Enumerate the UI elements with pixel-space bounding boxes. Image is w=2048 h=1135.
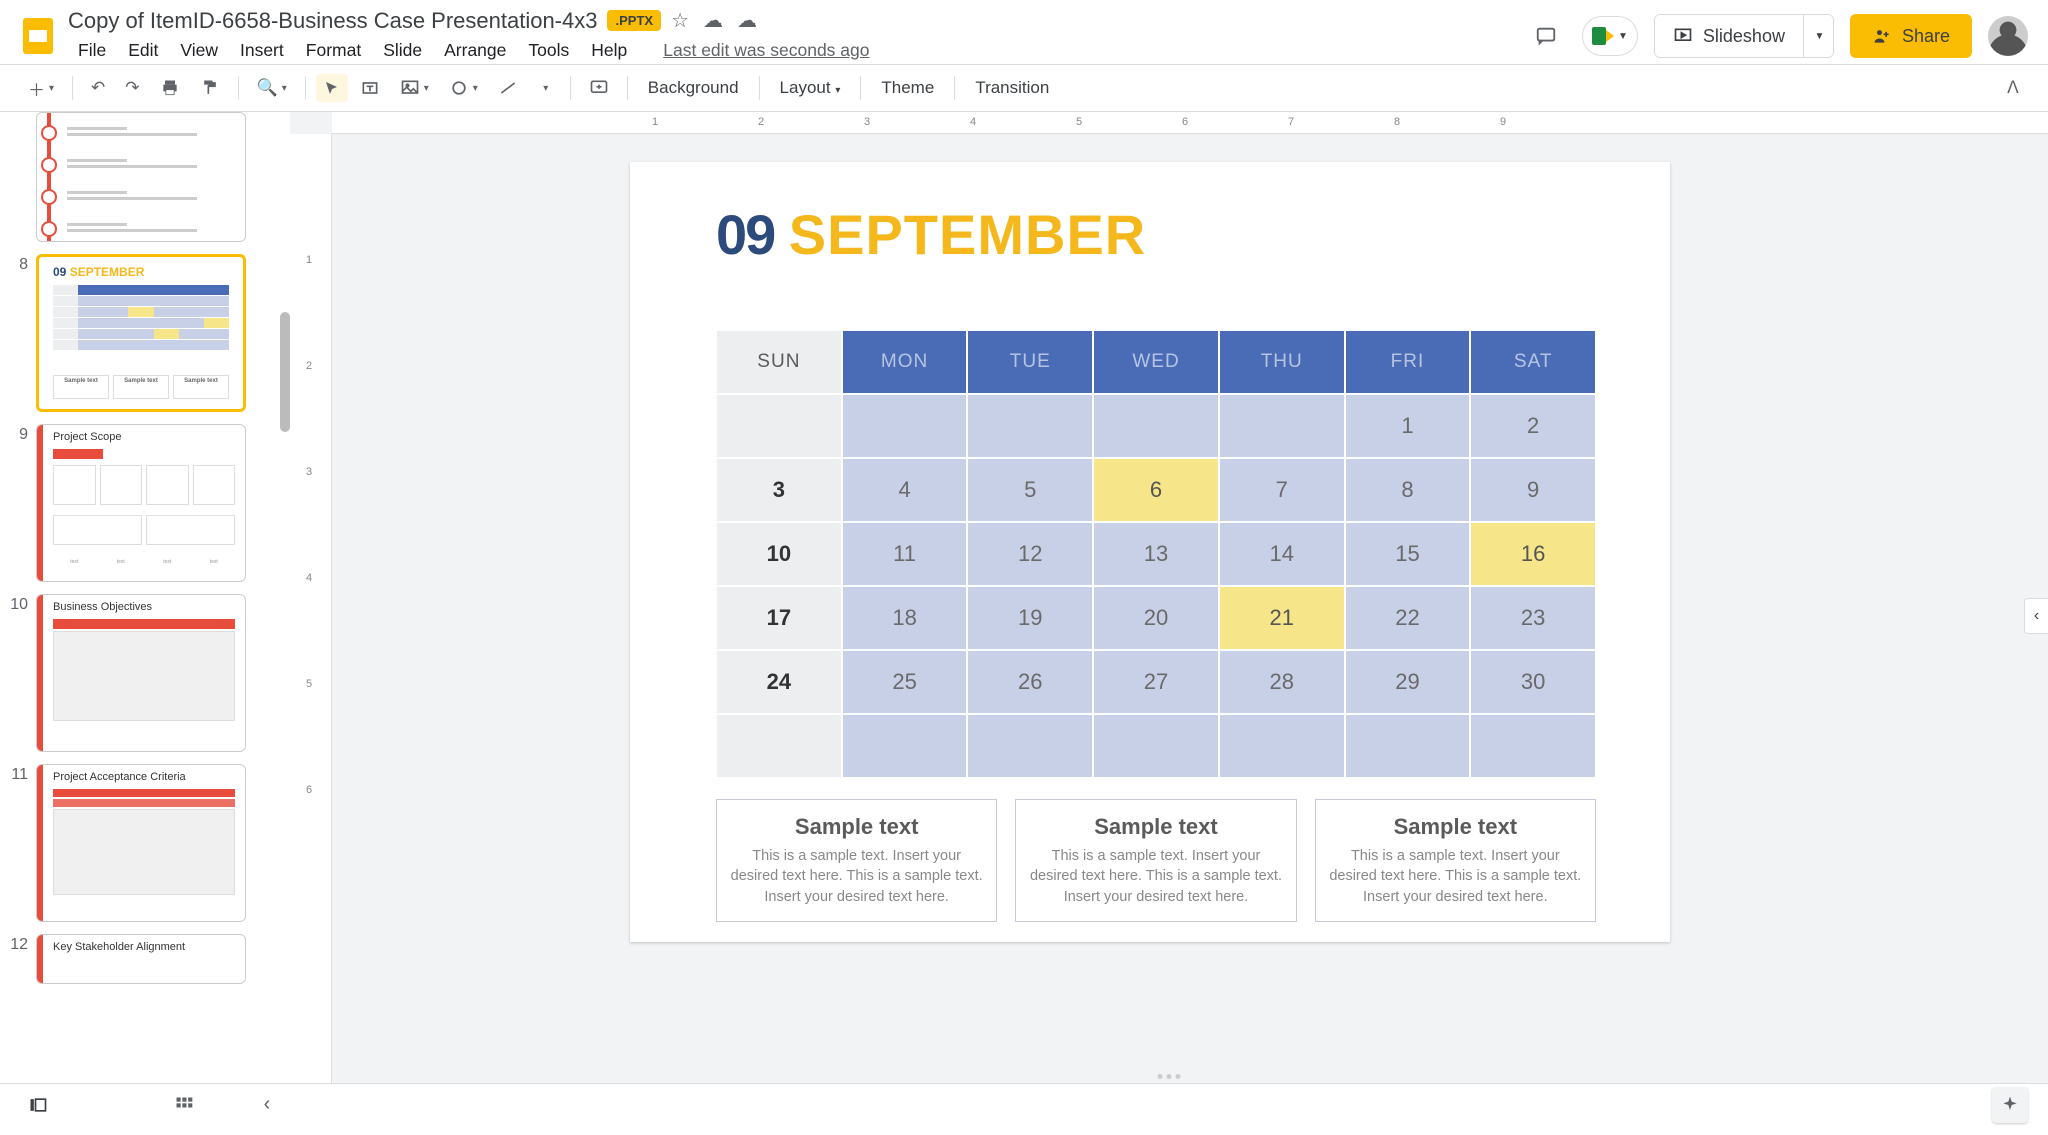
theme-button[interactable]: Theme — [871, 72, 944, 104]
menu-format[interactable]: Format — [296, 36, 371, 65]
chevron-left-icon[interactable]: ‹ — [252, 1087, 282, 1122]
slides-logo[interactable] — [12, 10, 64, 62]
slide-thumbnail[interactable]: 09 SEPTEMBERSample textSample textSample… — [36, 254, 246, 412]
ruler-vertical: 123456 — [290, 134, 332, 1083]
meet-button[interactable]: ▼ — [1582, 16, 1638, 56]
toolbar: ＋▾ ↶ ↷ 🔍▾ ▾ ▾ ▾ Background Layout ▾ Them… — [0, 64, 2048, 112]
layout-button[interactable]: Layout ▾ — [770, 72, 851, 104]
explore-button[interactable] — [1992, 1087, 2028, 1123]
menu-tools[interactable]: Tools — [518, 36, 579, 65]
calendar-month-number: 09 — [716, 203, 774, 266]
ruler-horizontal: 123456789 — [332, 112, 2048, 134]
paint-format-icon[interactable] — [192, 72, 228, 104]
slideshow-button[interactable]: Slideshow — [1655, 15, 1803, 57]
calendar-grid[interactable]: SUNMONTUEWEDTHUFRISAT1234567891011121314… — [716, 330, 1596, 778]
sample-text-box[interactable]: Sample textThis is a sample text. Insert… — [1315, 799, 1596, 922]
text-boxes: Sample textThis is a sample text. Insert… — [716, 799, 1596, 922]
calendar-title[interactable]: 09 SEPTEMBER — [716, 202, 1146, 267]
footer-bar: ‹ — [0, 1083, 2048, 1125]
slide-canvas[interactable]: 09 SEPTEMBER SUNMONTUEWEDTHUFRISAT123456… — [630, 162, 1670, 942]
shape-icon[interactable]: ▾ — [441, 72, 486, 104]
menu-bar: File Edit View Insert Format Slide Arran… — [68, 36, 1526, 65]
sample-text-box[interactable]: Sample textThis is a sample text. Insert… — [716, 799, 997, 922]
line-dropdown[interactable]: ▾ — [530, 77, 560, 100]
menu-slide[interactable]: Slide — [373, 36, 432, 65]
menu-edit[interactable]: Edit — [118, 36, 168, 65]
collapse-toolbar-icon[interactable]: ᐱ — [1998, 72, 2028, 104]
textbox-icon[interactable] — [352, 72, 388, 104]
app-header: Copy of ItemID-6658-Business Case Presen… — [0, 0, 2048, 64]
sample-text-box[interactable]: Sample textThis is a sample text. Insert… — [1015, 799, 1296, 922]
user-avatar[interactable] — [1988, 16, 2028, 56]
filmstrip-scrollbar[interactable] — [280, 312, 290, 432]
slideshow-dropdown[interactable]: ▼ — [1803, 15, 1833, 57]
image-icon[interactable]: ▾ — [392, 72, 437, 104]
print-icon[interactable] — [152, 72, 188, 104]
share-button[interactable]: Share — [1850, 14, 1972, 58]
undo-icon[interactable]: ↶ — [83, 72, 113, 104]
comments-icon[interactable] — [1526, 16, 1566, 56]
doc-title[interactable]: Copy of ItemID-6658-Business Case Presen… — [68, 8, 597, 34]
redo-icon[interactable]: ↷ — [117, 72, 147, 104]
notes-drag-handle[interactable] — [1158, 1074, 1181, 1079]
menu-help[interactable]: Help — [581, 36, 637, 65]
zoom-icon[interactable]: 🔍▾ — [249, 72, 295, 104]
last-edit-link[interactable]: Last edit was seconds ago — [653, 36, 879, 65]
slideshow-button-group: Slideshow ▼ — [1654, 14, 1834, 58]
select-tool-icon[interactable] — [316, 74, 348, 102]
calendar-month-name: SEPTEMBER — [789, 203, 1147, 266]
slide-thumbnail[interactable]: Business Objectives — [36, 594, 246, 752]
transition-button[interactable]: Transition — [965, 72, 1059, 104]
side-panel-collapse[interactable]: ‹ — [2024, 598, 2048, 634]
cloud-icon[interactable]: ☁ — [737, 8, 757, 33]
menu-file[interactable]: File — [68, 36, 116, 65]
pptx-badge: .PPTX — [607, 10, 661, 31]
star-icon[interactable]: ☆ — [671, 8, 689, 33]
slide-thumbnail[interactable]: Key Stakeholder Alignment — [36, 934, 246, 984]
slide-thumbnail[interactable]: Project Acceptance Criteria — [36, 764, 246, 922]
slide-thumbnail[interactable]: Project Scopetexttexttexttext — [36, 424, 246, 582]
line-icon[interactable] — [490, 72, 526, 104]
filmstrip-view-icon[interactable] — [20, 1089, 56, 1121]
menu-insert[interactable]: Insert — [230, 36, 294, 65]
comment-icon[interactable] — [581, 72, 617, 104]
background-button[interactable]: Background — [638, 72, 749, 104]
filmstrip-panel[interactable]: 809 SEPTEMBERSample textSample textSampl… — [0, 112, 290, 1083]
slide-thumbnail[interactable] — [36, 112, 246, 242]
move-icon[interactable]: ☁︎ — [703, 8, 723, 33]
grid-view-icon[interactable] — [166, 1089, 202, 1121]
menu-view[interactable]: View — [170, 36, 228, 65]
canvas-area[interactable]: 123456789 123456 09 SEPTEMBER SUNMONTUEW… — [290, 112, 2048, 1083]
menu-arrange[interactable]: Arrange — [434, 36, 516, 65]
new-slide-button[interactable]: ＋▾ — [20, 70, 62, 107]
